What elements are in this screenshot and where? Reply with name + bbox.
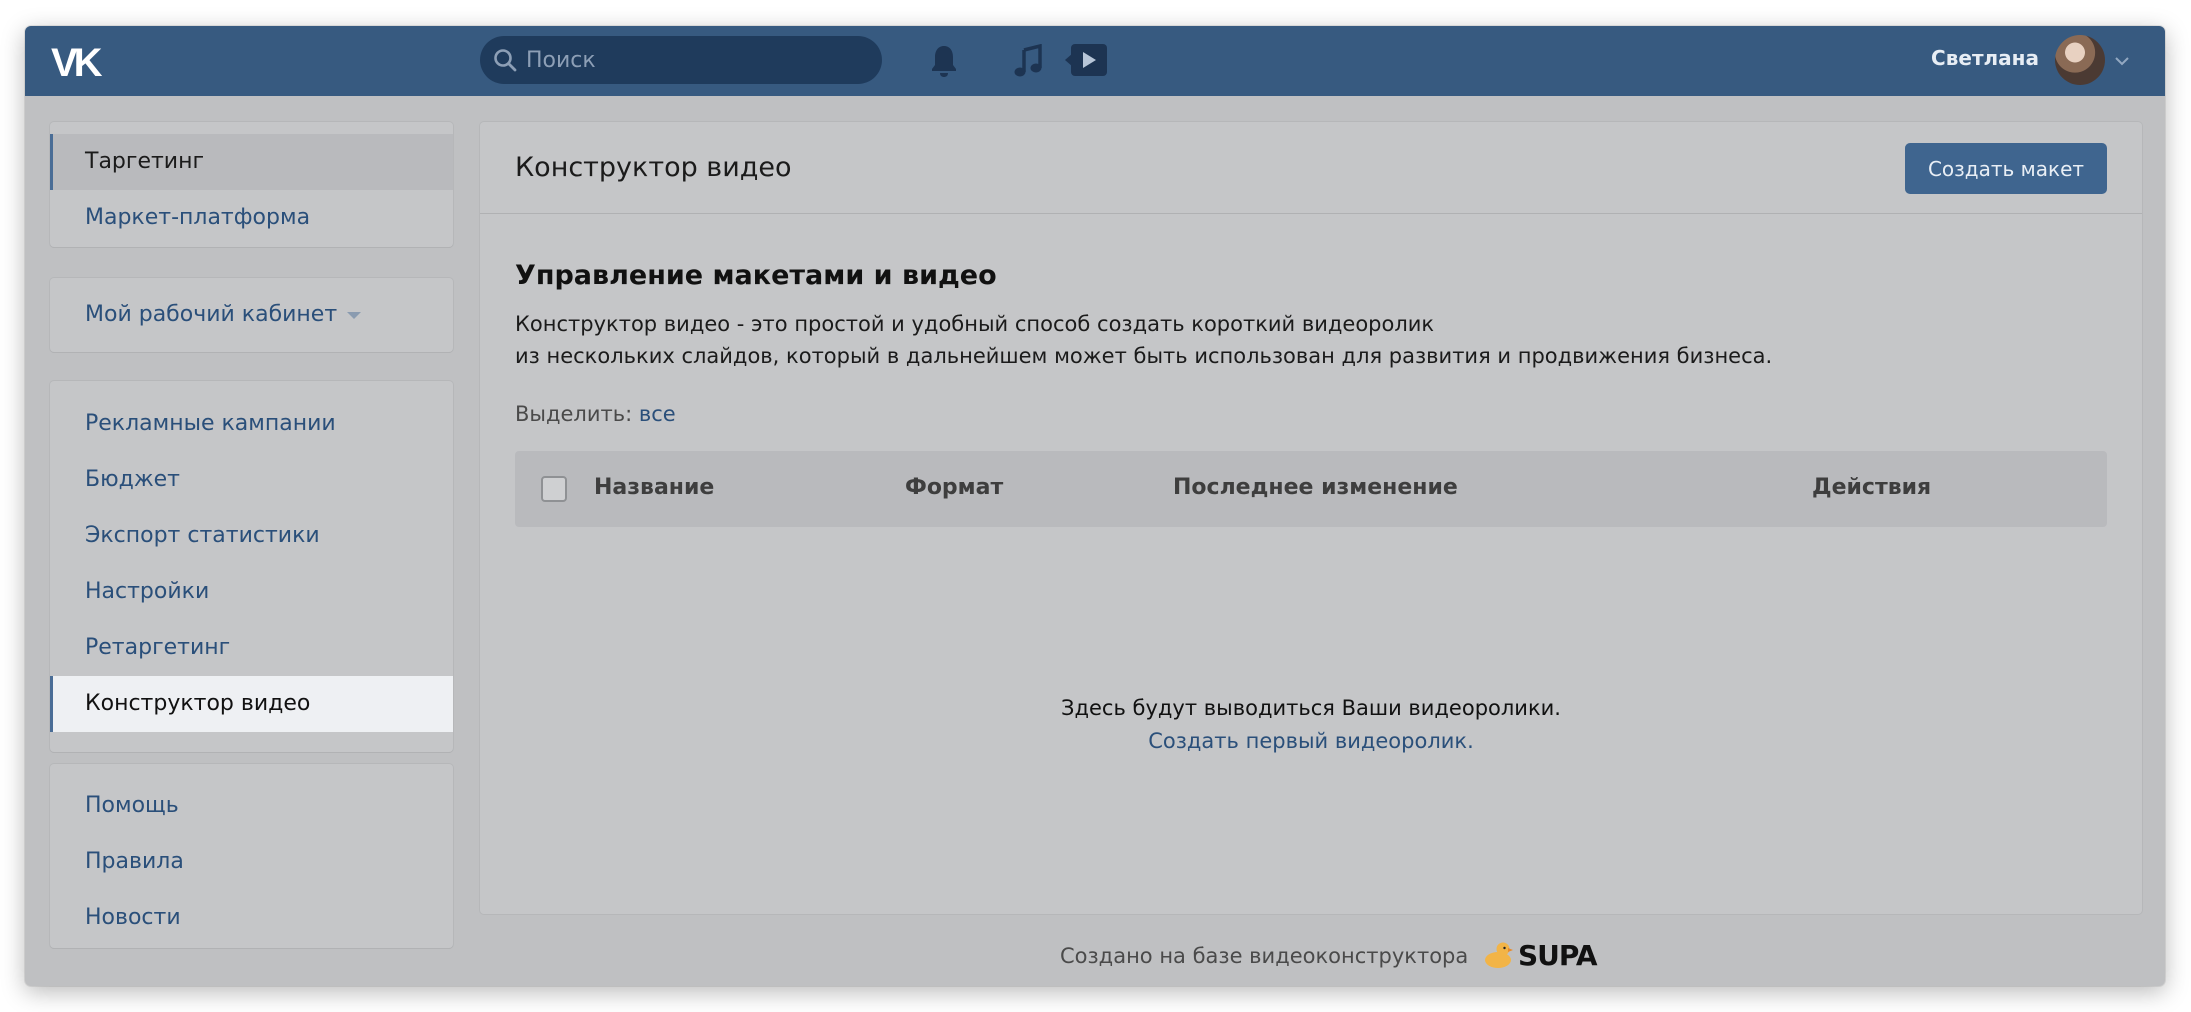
- top-header: VK Поиск Светлана: [25, 26, 2165, 96]
- column-last-modified[interactable]: Последнее изменение: [1173, 475, 1458, 500]
- sidebar-card-main: Таргетинг Маркет-платформа: [50, 122, 453, 247]
- empty-state-text: Здесь будут выводиться Ваши видеоролики.: [1061, 696, 1561, 720]
- cabinet-label: Мой рабочий кабинет: [85, 302, 338, 327]
- description-line-1: Конструктор видео - это простой и удобны…: [515, 312, 1435, 336]
- column-format[interactable]: Формат: [905, 475, 1003, 500]
- user-name[interactable]: Светлана: [1931, 46, 2039, 70]
- column-actions: Действия: [1812, 475, 1932, 500]
- description: Конструктор видео - это простой и удобны…: [515, 308, 1772, 372]
- sidebar-item-rules[interactable]: Правила: [50, 834, 453, 890]
- sidebar-item-campaigns[interactable]: Рекламные кампании: [50, 396, 453, 452]
- svg-text:VK: VK: [51, 41, 103, 82]
- sidebar-item-news[interactable]: Новости: [50, 890, 453, 946]
- main-panel: Конструктор видео Создать макет Управлен…: [480, 122, 2142, 914]
- description-line-2: из нескольких слайдов, который в дальней…: [515, 344, 1773, 368]
- main-header: Конструктор видео Создать макет: [480, 122, 2142, 214]
- sidebar-card-help: Помощь Правила Новости: [50, 764, 453, 948]
- search-icon: [494, 49, 517, 72]
- column-name[interactable]: Название: [594, 475, 714, 500]
- select-line: Выделить: все: [515, 402, 676, 426]
- sidebar-item-settings[interactable]: Настройки: [50, 564, 453, 620]
- search-box[interactable]: Поиск: [480, 36, 882, 84]
- video-icon[interactable]: [1065, 42, 1109, 78]
- sidebar-item-market-platform[interactable]: Маркет-платформа: [50, 190, 453, 246]
- user-avatar[interactable]: [2055, 35, 2105, 85]
- bell-icon[interactable]: [930, 44, 958, 78]
- page-title: Конструктор видео: [515, 152, 792, 183]
- sidebar-item-targeting[interactable]: Таргетинг: [50, 134, 453, 190]
- search-placeholder: Поиск: [526, 48, 596, 73]
- app-window: VK Поиск Светлана Таргетинг Маркет-платф…: [25, 26, 2165, 986]
- sidebar-card-ads: Рекламные кампании Бюджет Экспорт статис…: [50, 381, 453, 752]
- sidebar-item-budget[interactable]: Бюджет: [50, 452, 453, 508]
- music-icon[interactable]: [1013, 44, 1043, 78]
- select-all-checkbox[interactable]: [541, 476, 567, 502]
- section-title: Управление макетами и видео: [515, 260, 997, 291]
- cabinet-dropdown[interactable]: Мой рабочий кабинет: [50, 287, 453, 343]
- table-header: Название Формат Последнее изменение Дейс…: [515, 451, 2107, 527]
- sidebar-item-help[interactable]: Помощь: [50, 778, 453, 834]
- select-label: Выделить:: [515, 402, 633, 426]
- duck-icon: [1485, 942, 1513, 968]
- sidebar-card-cabinet: Мой рабочий кабинет: [50, 278, 453, 352]
- dropdown-arrow-icon: [347, 311, 362, 319]
- supa-brand[interactable]: SUPA: [1518, 939, 1598, 972]
- vk-logo[interactable]: VK: [51, 40, 113, 82]
- sidebar-item-video-constructor[interactable]: Конструктор видео: [50, 676, 453, 732]
- select-all-link[interactable]: все: [639, 402, 676, 426]
- sidebar-item-retargeting[interactable]: Ретаргетинг: [50, 620, 453, 676]
- create-first-video-link[interactable]: Создать первый видеоролик.: [480, 729, 2142, 753]
- create-layout-button[interactable]: Создать макет: [1905, 143, 2107, 194]
- footer: Создано на базе видеоконструктора SUPA: [480, 938, 2142, 978]
- sidebar-item-export-stats[interactable]: Экспорт статистики: [50, 508, 453, 564]
- footer-text: Создано на базе видеоконструктора: [1060, 944, 1469, 968]
- chevron-down-icon[interactable]: [2113, 52, 2131, 70]
